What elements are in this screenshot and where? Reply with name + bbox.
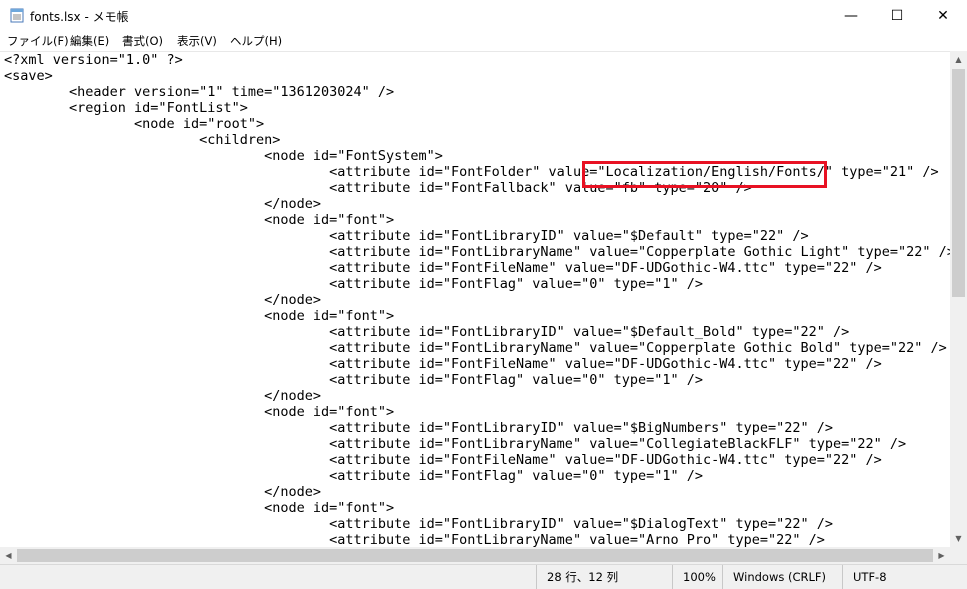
- scroll-up-arrow-icon[interactable]: ▲: [950, 51, 967, 68]
- maximize-icon: ☐: [890, 7, 904, 24]
- horizontal-scrollbar[interactable]: ◀ ▶: [0, 547, 950, 564]
- editor-line: <attribute id="FontLibraryID" value="$De…: [4, 324, 850, 340]
- editor-line: <attribute id="FontFileName" value="DF-U…: [4, 452, 882, 468]
- menu-help[interactable]: ヘルプ(H): [230, 33, 282, 49]
- window-title: fonts.lsx - メモ帳: [30, 10, 129, 24]
- close-button[interactable]: ✕: [920, 0, 966, 31]
- vertical-scrollbar[interactable]: ▲ ▼: [950, 51, 967, 547]
- editor-line: <save>: [4, 68, 53, 84]
- menu-bar: ファイル(F) 編集(E) 書式(O) 表示(V) ヘルプ(H): [0, 31, 967, 51]
- editor-line: <attribute id="FontLibraryID" value="$Di…: [4, 516, 834, 532]
- editor-line: <attribute id="FontFallback" value="fb" …: [4, 180, 752, 196]
- editor-line: <attribute id="FontFlag" value="0" type=…: [4, 276, 703, 292]
- notepad-icon: [10, 7, 24, 23]
- editor-line: </node>: [4, 196, 321, 212]
- editor-line: <attribute id="FontFlag" value="0" type=…: [4, 468, 703, 484]
- editor-line: <node id="root">: [4, 116, 265, 132]
- editor-line: <region id="FontList">: [4, 100, 248, 116]
- menu-format[interactable]: 書式(O): [122, 33, 163, 49]
- editor-line: <attribute id="FontFolder" value="Locali…: [4, 164, 939, 180]
- editor-content[interactable]: <?xml version="1.0" ?> <save> <header ver…: [4, 52, 950, 548]
- status-zoom: 100%: [672, 565, 722, 589]
- editor-line: </node>: [4, 292, 321, 308]
- status-cursor-position: 28 行、12 列: [536, 565, 672, 589]
- vertical-scroll-thumb[interactable]: [952, 69, 965, 297]
- editor-line: <node id="font">: [4, 500, 395, 516]
- editor-line: <attribute id="FontLibraryID" value="$Bi…: [4, 420, 834, 436]
- scroll-down-arrow-icon[interactable]: ▼: [950, 530, 967, 547]
- scroll-left-arrow-icon[interactable]: ◀: [0, 547, 17, 564]
- editor-line: <node id="font">: [4, 404, 395, 420]
- horizontal-scroll-thumb[interactable]: [17, 549, 933, 562]
- menu-file[interactable]: ファイル(F): [7, 33, 69, 49]
- close-icon: ✕: [937, 7, 949, 24]
- status-encoding: UTF-8: [842, 565, 967, 589]
- editor-line: <attribute id="FontLibraryName" value="C…: [4, 436, 907, 452]
- minimize-icon: —: [844, 7, 858, 24]
- maximize-button[interactable]: ☐: [874, 0, 920, 31]
- editor-line: <attribute id="FontLibraryName" value="C…: [4, 340, 947, 356]
- editor-line: <node id="font">: [4, 212, 395, 228]
- editor-line: <node id="FontSystem">: [4, 148, 443, 164]
- editor-line: <attribute id="FontFileName" value="DF-U…: [4, 356, 882, 372]
- menu-view[interactable]: 表示(V): [177, 33, 217, 49]
- minimize-button[interactable]: —: [828, 0, 874, 31]
- editor-line: <node id="font">: [4, 308, 395, 324]
- editor-line: <header version="1" time="1361203024" />: [4, 84, 395, 100]
- editor-line: <attribute id="FontFlag" value="0" type=…: [4, 372, 703, 388]
- editor-line: </node>: [4, 388, 321, 404]
- editor-line: <attribute id="FontLibraryID" value="$De…: [4, 228, 809, 244]
- editor-line: <children>: [4, 132, 281, 148]
- text-editor[interactable]: <?xml version="1.0" ?> <save> <header ver…: [0, 51, 950, 548]
- editor-line: <attribute id="FontFileName" value="DF-U…: [4, 260, 882, 276]
- menu-edit[interactable]: 編集(E): [70, 33, 109, 49]
- title-bar[interactable]: fonts.lsx - メモ帳 — ☐ ✕: [0, 0, 967, 31]
- editor-line: <?xml version="1.0" ?>: [4, 52, 183, 68]
- notepad-window: fonts.lsx - メモ帳 — ☐ ✕ ファイル(F) 編集(E) 書式(O…: [0, 0, 967, 589]
- status-bar: 28 行、12 列 100% Windows (CRLF) UTF-8: [0, 564, 967, 589]
- editor-line: </node>: [4, 484, 321, 500]
- editor-line: <attribute id="FontLibraryName" value="C…: [4, 244, 950, 260]
- scroll-right-arrow-icon[interactable]: ▶: [933, 547, 950, 564]
- editor-line: <attribute id="FontLibraryName" value="A…: [4, 532, 825, 548]
- scrollbar-corner: [950, 547, 967, 564]
- status-line-ending: Windows (CRLF): [722, 565, 842, 589]
